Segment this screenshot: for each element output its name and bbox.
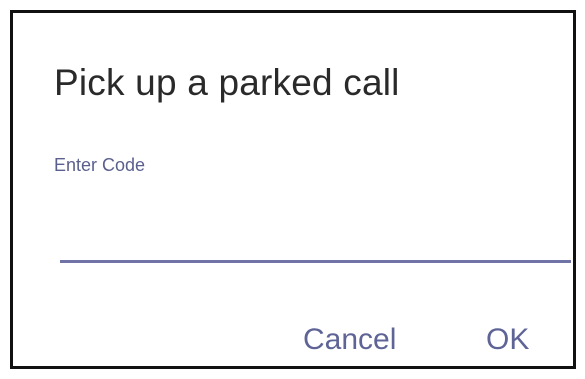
ok-button[interactable]: OK: [486, 325, 529, 355]
enter-code-label: Enter Code: [54, 155, 146, 175]
cancel-button[interactable]: Cancel: [303, 325, 396, 355]
park-call-dialog: Pick up a parked call Enter Code Cancel …: [10, 10, 576, 369]
code-input[interactable]: [60, 209, 571, 263]
dialog-title: Pick up a parked call: [54, 62, 400, 103]
